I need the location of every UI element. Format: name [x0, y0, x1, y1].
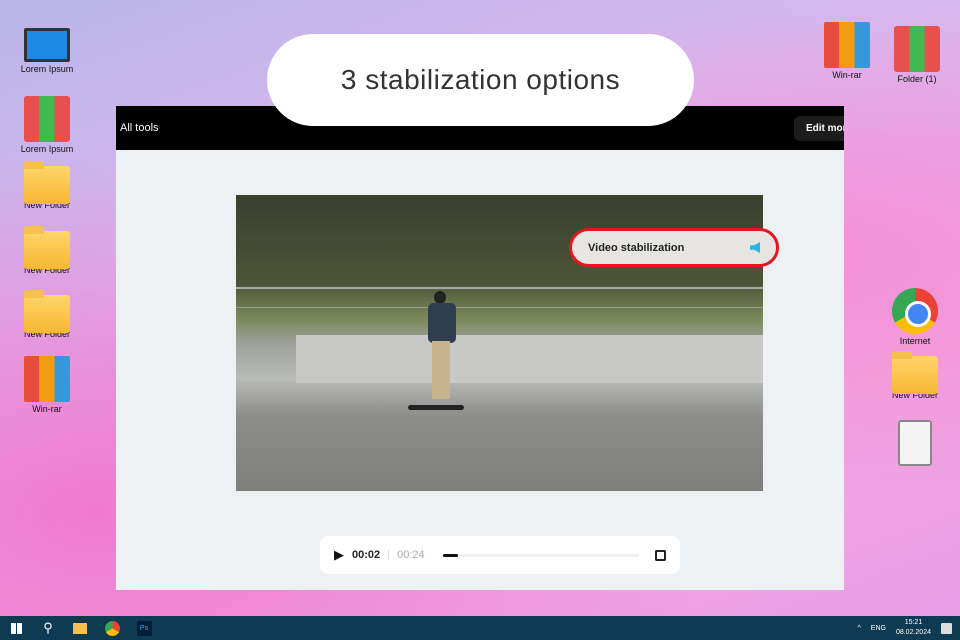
winrar-icon	[24, 356, 70, 402]
desktop-icon-winrar[interactable]: Win-rar	[12, 356, 82, 414]
desktop-icon-folder-1[interactable]: Folder (1)	[882, 26, 952, 84]
desktop-icon-new-folder-1[interactable]: New Folder	[12, 160, 82, 210]
desktop-icon-recycle-bin[interactable]	[880, 420, 950, 468]
icon-label: Win-rar	[832, 70, 862, 80]
desktop-icon-new-folder-right[interactable]: New Folder	[880, 350, 950, 400]
binders-icon	[894, 26, 940, 72]
all-tools-link[interactable]: All tools	[120, 122, 159, 134]
notifications-icon[interactable]	[941, 622, 952, 634]
icon-label: Win-rar	[32, 404, 62, 414]
edit-more-button[interactable]: Edit more	[794, 115, 844, 141]
desktop-icon-internet[interactable]: Internet	[880, 288, 950, 346]
folder-icon	[24, 290, 70, 333]
clock-time: 15:21	[904, 619, 923, 626]
chrome-icon	[892, 288, 938, 334]
fullscreen-icon[interactable]	[655, 549, 666, 561]
seek-bar[interactable]	[442, 553, 639, 557]
search-icon: ⚲	[43, 620, 53, 635]
video-stabilization-option[interactable]: Video stabilization	[569, 228, 779, 267]
desktop-icon-winrar-right[interactable]: Win-rar	[812, 22, 882, 80]
railing	[236, 307, 763, 308]
desktop-icon-lorem-ipsum-pc[interactable]: Lorem Ipsum	[12, 28, 82, 74]
search-button[interactable]: ⚲	[32, 616, 64, 640]
railing	[236, 287, 763, 289]
icon-label: Folder (1)	[897, 74, 937, 84]
desktop-icon-new-folder-2[interactable]: New Folder	[12, 225, 82, 275]
folder-icon	[73, 622, 87, 634]
icon-label: Lorem Ipsum	[20, 64, 74, 74]
desktop-icon-new-folder-3[interactable]: New Folder	[12, 289, 82, 339]
chrome-icon	[104, 620, 120, 636]
winrar-icon	[824, 22, 870, 68]
speaker-icon	[750, 242, 760, 253]
ramp-wall	[296, 335, 763, 383]
desktop-icon-lorem-ipsum[interactable]: Lorem Ipsum	[12, 96, 82, 154]
skateboard	[408, 405, 464, 410]
folder-icon	[24, 161, 70, 204]
app-window: All tools Edit more ▶ 00:02 00:24	[116, 106, 844, 590]
chrome-button[interactable]	[96, 616, 128, 640]
file-explorer-button[interactable]	[64, 616, 96, 640]
folder-icon	[24, 226, 70, 269]
play-icon[interactable]: ▶	[334, 547, 344, 563]
computer-icon	[24, 28, 70, 62]
current-time: 00:02	[352, 549, 381, 561]
skater	[422, 291, 458, 403]
recycle-bin-icon	[898, 420, 932, 466]
windows-icon	[10, 622, 22, 634]
banner-title: 3 stabilization options	[340, 64, 621, 95]
language-indicator[interactable]: ENG	[871, 625, 886, 632]
title-banner: 3 stabilization options	[267, 34, 694, 126]
binders-icon	[24, 96, 70, 142]
photoshop-icon: Ps	[136, 620, 152, 636]
system-tray: ^ ENG 15:21 08.02.2024	[857, 616, 952, 640]
clock-date: 08.02.2024	[895, 629, 931, 636]
seek-progress	[442, 553, 459, 557]
folder-icon	[892, 351, 938, 394]
icon-label: Lorem Ipsum	[20, 144, 74, 154]
duration: 00:24	[397, 549, 425, 561]
photoshop-button[interactable]: Ps	[128, 616, 160, 640]
start-button[interactable]	[0, 616, 32, 640]
clock[interactable]: 15:21 08.02.2024	[896, 618, 931, 638]
icon-label: Internet	[899, 336, 931, 346]
video-stabilization-label: Video stabilization	[588, 241, 685, 254]
taskbar: ⚲ Ps ^ ENG 15:21 08.02.2024	[0, 616, 960, 640]
time-separator	[388, 550, 390, 560]
tray-arrow-icon[interactable]: ^	[857, 625, 860, 632]
player-controls: ▶ 00:02 00:24	[320, 536, 680, 574]
